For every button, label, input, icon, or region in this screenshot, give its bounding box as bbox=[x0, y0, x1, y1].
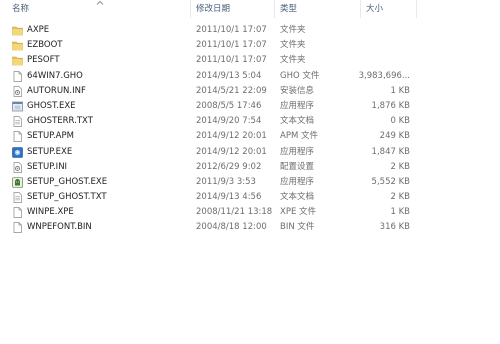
file-row[interactable]: WINPE.XPE 2008/11/21 13:18 XPE 文件 1 KB bbox=[0, 205, 500, 220]
file-size: 1,847 KB bbox=[371, 146, 410, 157]
column-divider[interactable] bbox=[360, 0, 361, 18]
file-row[interactable]: GHOSTERR.TXT 2014/9/20 7:54 文本文档 0 KB bbox=[0, 114, 500, 129]
file-name: SETUP.APM bbox=[27, 131, 74, 142]
file-size bbox=[330, 23, 410, 38]
file-name: AXPE bbox=[27, 25, 50, 35]
file-date: 2014/9/13 4:56 bbox=[196, 192, 262, 203]
file-date: 2014/9/12 20:01 bbox=[196, 146, 267, 157]
file-date: 2008/5/5 17:46 bbox=[196, 100, 262, 111]
file-date: 2011/10/1 17:07 bbox=[196, 55, 267, 66]
file-date: 2011/10/1 17:07 bbox=[196, 25, 267, 35]
text-file-icon bbox=[12, 116, 23, 127]
file-row[interactable]: SETUP_GHOST.TXT 2014/9/13 4:56 文本文档 2 KB bbox=[0, 190, 500, 205]
column-header-type[interactable]: 类型 bbox=[280, 3, 297, 15]
file-icon bbox=[12, 222, 23, 234]
file-date: 2011/9/3 3:53 bbox=[196, 176, 256, 187]
file-row[interactable]: SETUP_GHOST.EXE 2011/9/3 3:53 应用程序 5,552… bbox=[0, 175, 500, 190]
folder-icon bbox=[12, 40, 23, 51]
file-name: SETUP_GHOST.EXE bbox=[27, 176, 108, 187]
folder-icon bbox=[12, 25, 23, 36]
column-header-date[interactable]: 修改日期 bbox=[196, 3, 230, 15]
text-file-icon bbox=[12, 192, 23, 203]
file-size: 3,983,696... bbox=[358, 70, 410, 81]
file-size: 5,552 KB bbox=[371, 176, 410, 187]
settings-file-icon bbox=[12, 161, 23, 173]
ghost-app-icon bbox=[12, 177, 23, 188]
file-name: GHOST.EXE bbox=[27, 100, 76, 111]
file-name: 64WIN7.GHO bbox=[27, 70, 83, 81]
file-name: EZBOOT bbox=[27, 40, 63, 51]
file-row[interactable]: AUTORUN.INF 2014/5/21 22:09 安装信息 1 KB bbox=[0, 84, 500, 99]
file-row[interactable]: SETUP.EXE 2014/9/12 20:01 应用程序 1,847 KB bbox=[0, 145, 500, 160]
setup-app-icon bbox=[12, 146, 23, 158]
file-date: 2014/9/13 5:04 bbox=[196, 70, 262, 81]
column-divider[interactable] bbox=[274, 0, 275, 18]
file-size: 249 KB bbox=[379, 131, 410, 142]
app-window-icon bbox=[12, 101, 23, 112]
file-date: 2011/10/1 17:07 bbox=[196, 40, 267, 51]
file-list: AXPE 2011/10/1 17:07 文件夹 EZBOOT 2011/10/… bbox=[0, 23, 500, 236]
file-size bbox=[330, 38, 410, 53]
file-date: 2008/11/21 13:18 bbox=[196, 207, 273, 218]
file-date: 2014/9/20 7:54 bbox=[196, 116, 262, 127]
file-size: 2 KB bbox=[390, 161, 410, 172]
file-size: 1 KB bbox=[390, 207, 410, 218]
file-row[interactable]: AXPE 2011/10/1 17:07 文件夹 bbox=[0, 23, 500, 38]
file-row[interactable]: SETUP.INI 2012/6/29 9:02 配置设置 2 KB bbox=[0, 160, 500, 175]
file-size: 0 KB bbox=[390, 116, 410, 127]
file-row[interactable]: 64WIN7.GHO 2014/9/13 5:04 GHO 文件 3,983,6… bbox=[0, 69, 500, 84]
file-name: SETUP_GHOST.TXT bbox=[27, 192, 107, 203]
file-row[interactable]: WNPEFONT.BIN 2004/8/18 12:00 BIN 文件 316 … bbox=[0, 220, 500, 235]
file-size: 316 KB bbox=[379, 222, 410, 233]
column-header-bar: 名称 修改日期 类型 大小 bbox=[0, 0, 500, 18]
column-header-size[interactable]: 大小 bbox=[366, 3, 383, 15]
file-name: SETUP.INI bbox=[27, 161, 68, 172]
sort-ascending-icon bbox=[96, 0, 104, 5]
file-row[interactable]: SETUP.APM 2014/9/12 20:01 APM 文件 249 KB bbox=[0, 129, 500, 144]
file-name: WNPEFONT.BIN bbox=[27, 222, 92, 233]
file-row[interactable]: EZBOOT 2011/10/1 17:07 文件夹 bbox=[0, 38, 500, 53]
folder-icon bbox=[12, 55, 23, 66]
file-icon bbox=[12, 131, 23, 143]
file-name: PESOFT bbox=[27, 55, 60, 66]
file-name: SETUP.EXE bbox=[27, 146, 73, 157]
file-icon bbox=[12, 207, 23, 219]
file-size: 1 KB bbox=[390, 85, 410, 96]
column-divider[interactable] bbox=[416, 0, 417, 18]
file-row[interactable]: PESOFT 2011/10/1 17:07 文件夹 bbox=[0, 53, 500, 68]
file-size bbox=[330, 53, 410, 68]
file-date: 2004/8/18 12:00 bbox=[196, 222, 267, 233]
file-row[interactable]: GHOST.EXE 2008/5/5 17:46 应用程序 1,876 KB bbox=[0, 99, 500, 114]
column-divider[interactable] bbox=[190, 0, 191, 18]
file-date: 2012/6/29 9:02 bbox=[196, 161, 262, 172]
file-name: WINPE.XPE bbox=[27, 207, 74, 218]
column-header-name[interactable]: 名称 bbox=[12, 3, 29, 15]
file-name: GHOSTERR.TXT bbox=[27, 116, 93, 127]
file-icon bbox=[12, 70, 23, 82]
file-date: 2014/9/12 20:01 bbox=[196, 131, 267, 142]
file-name: AUTORUN.INF bbox=[27, 85, 86, 96]
settings-file-icon bbox=[12, 85, 23, 97]
file-date: 2014/5/21 22:09 bbox=[196, 85, 267, 96]
file-size: 2 KB bbox=[390, 192, 410, 203]
file-size: 1,876 KB bbox=[371, 100, 410, 111]
